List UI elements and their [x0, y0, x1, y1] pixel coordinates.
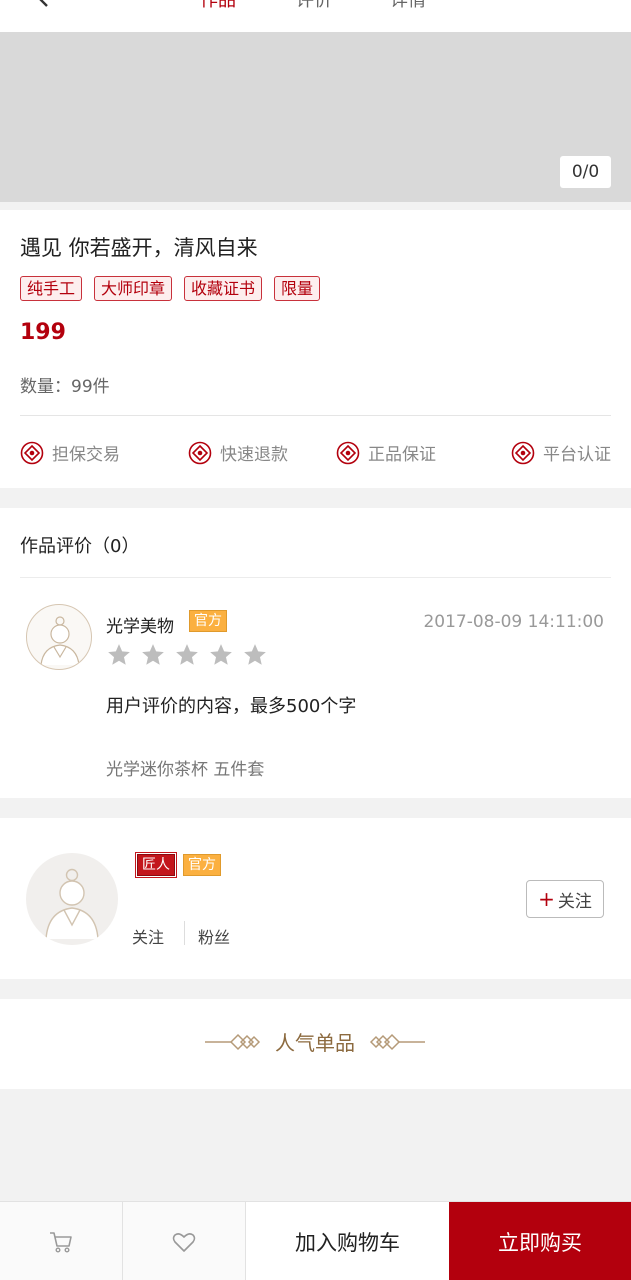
avatar-icon	[40, 616, 80, 666]
guarantee-label: 快速退款	[220, 445, 288, 465]
avatar[interactable]	[26, 853, 118, 945]
star-icon	[176, 644, 198, 665]
product-price: 199	[20, 320, 66, 345]
fans-label[interactable]: 粉丝	[198, 924, 230, 948]
star-icon	[108, 644, 130, 665]
avatar[interactable]	[26, 604, 92, 670]
tag-certificate: 收藏证书	[184, 276, 263, 301]
product-quantity: 数量：99件	[20, 377, 110, 397]
guarantee-escrow: 担保交易	[20, 440, 120, 465]
follow-button[interactable]: + 关注	[526, 880, 604, 918]
knot-ornament-icon	[369, 1033, 425, 1050]
tag-master-seal: 大师印章	[94, 276, 173, 301]
reviews-section: 作品评价（0） 光学美物 官方 2017-08-09 14:11:00 用户评价…	[0, 508, 631, 798]
buy-now-button[interactable]: 立即购买	[449, 1202, 631, 1280]
tab-details[interactable]: 详情	[390, 0, 426, 16]
guarantee-label: 正品保证	[368, 445, 436, 465]
product-tags: 纯手工 大师印章 收藏证书 限量	[20, 276, 321, 301]
popular-heading: 人气单品	[205, 1027, 425, 1056]
heart-icon	[172, 1232, 196, 1252]
guarantee-label: 平台认证	[543, 445, 611, 465]
add-to-cart-button[interactable]: 加入购物车	[246, 1202, 449, 1280]
back-arrow-icon[interactable]	[34, 0, 54, 8]
product-title: 遇见 你若盛开，清风自来	[20, 236, 258, 260]
artist-section: 匠人 官方 关注 粉丝 + 关注	[0, 818, 631, 979]
guarantee-icon	[336, 441, 360, 464]
star-icon	[210, 644, 232, 665]
avatar-icon	[45, 868, 99, 940]
review-text: 用户评价的内容，最多500个字	[106, 696, 357, 717]
tab-reviews[interactable]: 评价	[296, 0, 332, 16]
following-label[interactable]: 关注	[132, 924, 164, 948]
tag-limited: 限量	[274, 276, 321, 301]
gallery-counter: 0/0	[560, 156, 611, 188]
artist-badges: 匠人 官方	[135, 852, 221, 878]
star-icon	[142, 644, 164, 665]
divider	[20, 415, 611, 416]
reviews-heading[interactable]: 作品评价（0）	[20, 532, 139, 558]
follow-button-label: 关注	[557, 891, 592, 912]
official-badge: 官方	[189, 610, 227, 632]
guarantee-icon	[511, 441, 535, 464]
popular-section: 人气单品	[0, 999, 631, 1089]
rating-stars	[106, 642, 268, 668]
tag-handmade: 纯手工	[20, 276, 83, 301]
guarantee-platform: 平台认证	[511, 440, 611, 465]
knot-ornament-icon	[205, 1033, 261, 1050]
divider	[20, 577, 611, 578]
guarantee-label: 担保交易	[52, 445, 120, 465]
plus-icon: +	[538, 887, 555, 911]
favorite-button[interactable]	[123, 1202, 246, 1280]
guarantee-authentic: 正品保证	[336, 440, 436, 465]
bottom-action-bar: 加入购物车 立即购买	[0, 1201, 631, 1280]
tab-works[interactable]: 作品	[200, 0, 236, 16]
artisan-badge: 匠人	[135, 852, 177, 878]
review-time: 2017-08-09 14:11:00	[423, 612, 604, 632]
review-product: 光学迷你茶杯 五件套	[106, 760, 265, 780]
cart-icon	[50, 1231, 72, 1253]
guarantee-icon	[20, 441, 44, 464]
star-icon	[244, 644, 266, 665]
top-nav: 作品 评价 详情	[0, 0, 631, 32]
cart-button[interactable]	[0, 1202, 123, 1280]
guarantee-refund: 快速退款	[188, 440, 288, 465]
product-info: 遇见 你若盛开，清风自来 纯手工 大师印章 收藏证书 限量 199 数量：99件…	[0, 210, 631, 488]
popular-title: 人气单品	[275, 1031, 355, 1055]
guarantee-icon	[188, 441, 212, 464]
reviewer-name: 光学美物	[106, 617, 174, 637]
divider	[184, 921, 185, 945]
official-badge: 官方	[183, 854, 221, 876]
image-gallery[interactable]: 0/0	[0, 32, 631, 202]
